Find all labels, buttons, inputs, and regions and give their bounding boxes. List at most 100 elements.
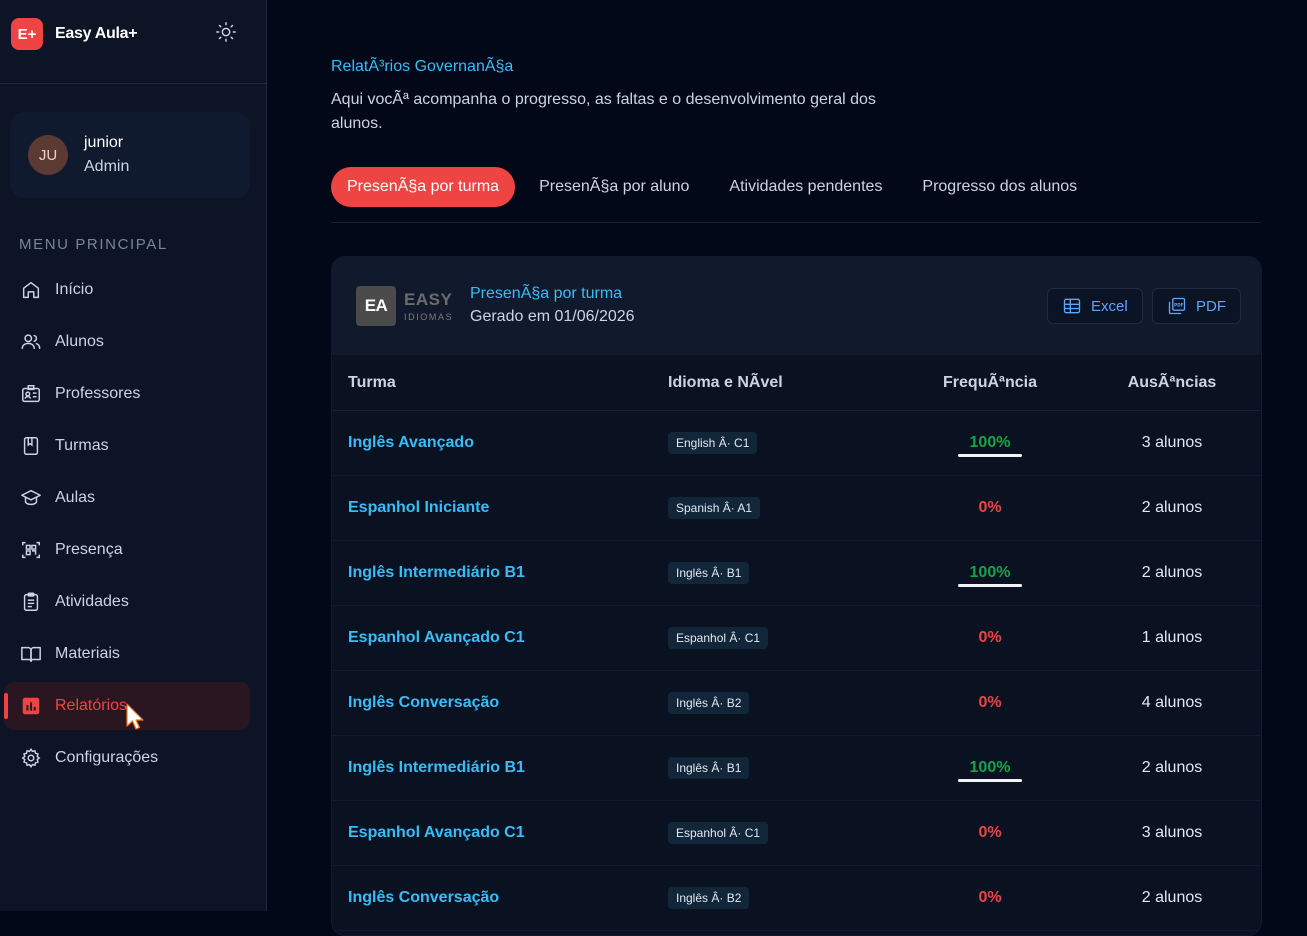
ausencias-value: 3 alunos (1141, 434, 1203, 451)
divider (331, 222, 1261, 223)
table-row[interactable]: Inglês Conversação Inglês Â· B2 0% 2 alunos (332, 866, 1261, 931)
frequencia-value: 0% (978, 629, 1002, 646)
column-header-ausencias[interactable]: AusÃªncias (1082, 374, 1261, 392)
report-header: EA EASY IDIOMAS PresenÃ§a por turma Gera… (332, 257, 1261, 355)
sidebar-item-turmas[interactable]: Turmas (4, 422, 250, 470)
idioma-badge: Espanhol Â· C1 (668, 822, 769, 844)
frequencia-value: 0% (978, 889, 1002, 906)
sidebar-item-inicio[interactable]: Início (4, 266, 250, 314)
idioma-badge: Inglês Â· B2 (668, 692, 750, 714)
company-logo-subtitle: IDIOMAS (404, 312, 454, 322)
graduation-cap-icon (21, 489, 41, 506)
turma-link[interactable]: Espanhol Iniciante (348, 499, 489, 516)
frequencia-value: 100% (969, 434, 1011, 451)
turma-link[interactable]: Inglês Intermediário B1 (348, 759, 525, 776)
ausencias-value: 4 alunos (1141, 694, 1203, 711)
users-icon (21, 334, 41, 350)
idioma-badge: English Â· C1 (668, 432, 758, 454)
active-indicator (4, 693, 8, 719)
sidebar-item-atividades[interactable]: Atividades (4, 578, 250, 626)
sidebar-item-label: Configurações (55, 749, 159, 766)
sidebar-item-label: Relatórios (55, 697, 128, 714)
turma-link[interactable]: Inglês Intermediário B1 (348, 564, 525, 581)
app-name: Easy Aula+ (55, 25, 138, 42)
sidebar-item-label: Presença (55, 541, 123, 558)
page-description: Aqui vocÃª acompanha o progresso, as fal… (331, 91, 876, 132)
turma-link[interactable]: Espanhol Avançado C1 (348, 824, 525, 841)
ausencias-value: 1 alunos (1141, 629, 1203, 646)
sidebar-item-materiais[interactable]: Materiais (4, 630, 250, 678)
table-row[interactable]: Inglês Conversação Inglês Â· B2 0% 4 alunos (332, 671, 1261, 736)
sidebar-item-label: Turmas (55, 437, 109, 454)
sidebar-item-professores[interactable]: Professores (4, 370, 250, 418)
menu-section-title: MENU PRINCIPAL (19, 236, 168, 253)
user-name: junior (84, 134, 124, 151)
qr-code-icon (22, 541, 40, 559)
frequencia-value: 100% (969, 759, 1011, 776)
main-content: RelatÃ³rios GovernanÃ§a Aqui vocÃª acomp… (267, 0, 1307, 936)
frequencia-bar (958, 584, 1022, 587)
app-logo: E+ (11, 18, 43, 50)
report-generated-date: Gerado em 01/06/2026 (470, 308, 635, 325)
column-header-frequencia[interactable]: FrequÃªncia (898, 374, 1082, 392)
table-header: Turma Idioma e NÃvel FrequÃªncia AusÃªnc… (332, 355, 1261, 411)
book-icon (23, 437, 39, 455)
sidebar-item-label: Aulas (55, 489, 96, 506)
sidebar-item-configuracoes[interactable]: Configurações (4, 734, 250, 782)
idioma-badge: Espanhol Â· C1 (668, 627, 769, 649)
sidebar-item-label: Início (55, 281, 94, 298)
column-header-turma[interactable]: Turma (332, 374, 668, 392)
attendance-table: Turma Idioma e NÃvel FrequÃªncia AusÃªnc… (332, 355, 1261, 931)
brand[interactable]: E+ Easy Aula+ (11, 18, 138, 50)
tab-atividades-pendentes[interactable]: Atividades pendentes (713, 167, 898, 207)
table-row[interactable]: Inglês Intermediário B1 Inglês Â· B1 100% 2… (332, 541, 1261, 606)
frequencia-value: 0% (978, 694, 1002, 711)
bar-chart-icon (22, 697, 40, 715)
export-pdf-button[interactable]: PDF PDF (1152, 288, 1241, 324)
ausencias-value: 2 alunos (1141, 564, 1203, 581)
company-logo: EA (356, 286, 396, 326)
sidebar: E+ Easy Aula+ JU junior Admin MENU PRINC… (0, 0, 267, 911)
ausencias-value: 3 alunos (1141, 824, 1203, 841)
export-excel-label: Excel (1091, 297, 1128, 315)
table-row[interactable]: Espanhol Avançado C1 Espanhol Â· C1 0% 3 al… (332, 801, 1261, 866)
sun-icon (216, 22, 236, 42)
turma-link[interactable]: Espanhol Avançado C1 (348, 629, 525, 646)
report-tabs: PresenÃ§a por turma PresenÃ§a por aluno … (331, 167, 1101, 207)
page-title: RelatÃ³rios GovernanÃ§a (331, 58, 514, 75)
sidebar-item-alunos[interactable]: Alunos (4, 318, 250, 366)
user-card[interactable]: JU junior Admin (10, 112, 250, 198)
tab-presenca-aluno[interactable]: PresenÃ§a por aluno (523, 167, 705, 207)
turma-link[interactable]: Inglês Avançado (348, 434, 474, 451)
frequencia-bar (958, 454, 1022, 457)
report-card: EA EASY IDIOMAS PresenÃ§a por turma Gera… (331, 256, 1262, 936)
turma-link[interactable]: Inglês Conversação (348, 889, 499, 906)
frequencia-value: 0% (978, 824, 1002, 841)
theme-toggle-button[interactable] (213, 19, 239, 45)
table-body: Inglês Avançado English Â· C1 100% 3 alunos… (332, 411, 1261, 931)
report-title: PresenÃ§a por turma (470, 285, 623, 302)
column-header-idioma[interactable]: Idioma e NÃvel (668, 374, 898, 392)
clipboard-icon (23, 592, 39, 611)
sidebar-item-aulas[interactable]: Aulas (4, 474, 250, 522)
export-excel-button[interactable]: Excel (1047, 288, 1143, 324)
idioma-badge: Inglês Â· B1 (668, 757, 750, 779)
table-row[interactable]: Inglês Intermediário B1 Inglês Â· B1 100% 2… (332, 736, 1261, 801)
turma-link[interactable]: Inglês Conversação (348, 694, 499, 711)
ausencias-value: 2 alunos (1141, 759, 1203, 776)
tab-presenca-turma[interactable]: PresenÃ§a por turma (331, 167, 516, 207)
mouse-cursor-icon (126, 703, 144, 730)
id-card-icon (22, 385, 40, 403)
ausencias-value: 2 alunos (1141, 499, 1203, 516)
gear-icon (21, 748, 41, 768)
open-book-icon (21, 646, 41, 663)
sidebar-item-presenca[interactable]: Presença (4, 526, 250, 574)
ausencias-value: 2 alunos (1141, 889, 1203, 906)
table-row[interactable]: Inglês Avançado English Â· C1 100% 3 alunos (332, 411, 1261, 476)
table-row[interactable]: Espanhol Iniciante Spanish Â· A1 0% 2 aluno… (332, 476, 1261, 541)
avatar: JU (28, 135, 68, 175)
frequencia-value: 0% (978, 499, 1002, 516)
table-row[interactable]: Espanhol Avançado C1 Espanhol Â· C1 0% 1 al… (332, 606, 1261, 671)
tab-progresso-alunos[interactable]: Progresso dos alunos (906, 167, 1093, 207)
spreadsheet-icon (1063, 298, 1081, 314)
